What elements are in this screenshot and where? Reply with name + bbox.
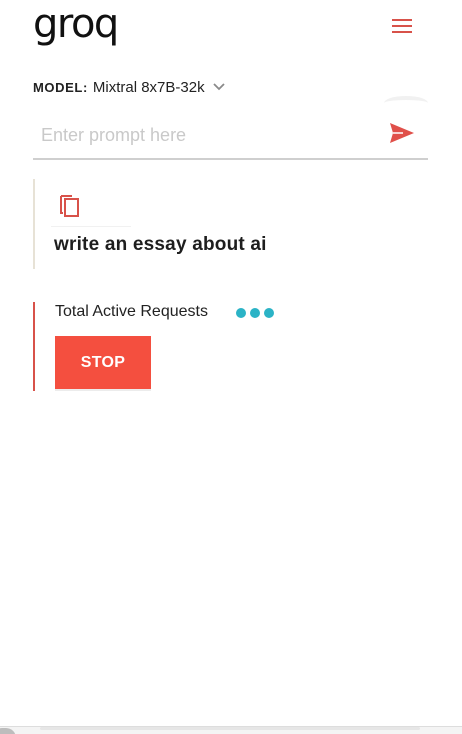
prompt-history-card: write an essay about ai (33, 179, 428, 269)
model-value: Mixtral 8x7B-32k (92, 78, 205, 96)
app-header: groq (0, 0, 462, 56)
active-requests-label: Total Active Requests (55, 303, 208, 320)
model-label: MODEL: (33, 79, 88, 95)
model-selector[interactable]: MODEL: Mixtral 8x7B-32k (33, 76, 225, 98)
loading-dot (236, 308, 246, 318)
loading-dot (264, 308, 274, 318)
app-page: groq MODEL: Mixtral 8x7B-32k Enter promp… (0, 0, 462, 734)
copy-icon (60, 194, 79, 217)
menu-button[interactable] (386, 12, 418, 40)
card-divider (51, 226, 131, 227)
stop-button[interactable]: STOP (55, 336, 151, 391)
loading-dots-icon (236, 308, 274, 318)
decorative-arc (384, 96, 428, 110)
submitted-prompt-text: write an essay about ai (54, 234, 267, 255)
hamburger-menu-icon (392, 19, 412, 33)
horizontal-scrollbar[interactable] (40, 727, 420, 730)
active-requests-panel: Total Active Requests STOP (33, 302, 428, 391)
send-button[interactable] (385, 118, 419, 150)
prompt-input[interactable] (41, 120, 371, 150)
prompt-bar (33, 112, 428, 160)
chevron-down-icon (212, 78, 225, 96)
copy-button[interactable] (56, 191, 84, 221)
groq-logo[interactable]: groq (33, 0, 119, 48)
loading-dot (250, 308, 260, 318)
send-icon (390, 122, 414, 143)
